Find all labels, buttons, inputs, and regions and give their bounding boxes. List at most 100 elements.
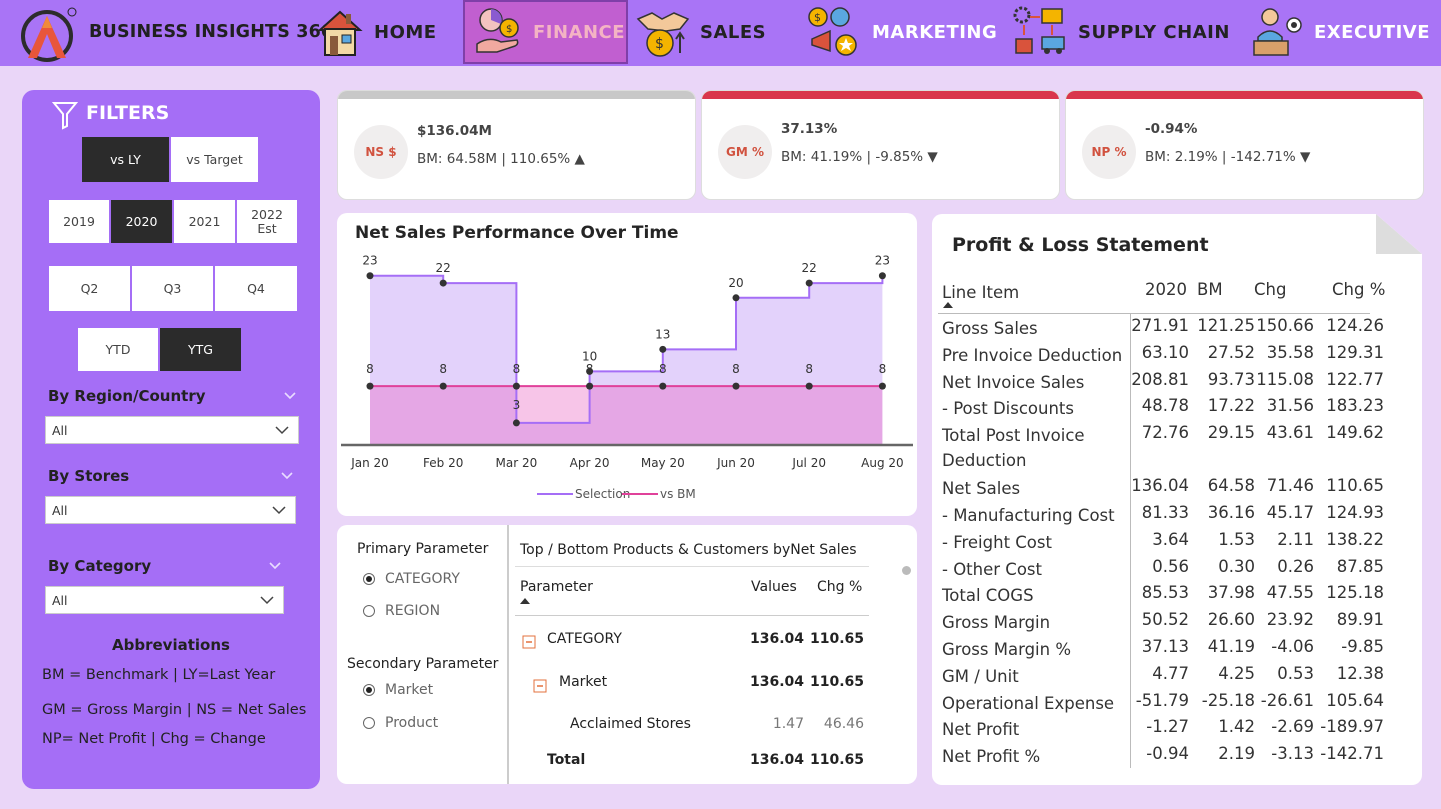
kpi-status-bar	[1066, 91, 1423, 99]
column-header-chg-pct[interactable]: Chg %	[817, 579, 862, 595]
radio-region[interactable]: REGION	[363, 603, 440, 619]
table-total-label: Total	[547, 752, 586, 768]
kpi-card-net-sales: NS $ $136.04M BM: 64.58M | 110.65% ▲	[337, 90, 696, 200]
pnl-cell: -4.06	[1271, 637, 1314, 656]
table-row-chg: 110.65	[809, 631, 864, 647]
benchmark-area	[370, 386, 883, 445]
ytd-button[interactable]: YTD	[78, 328, 158, 371]
filters-title: FILTERS	[86, 102, 170, 124]
chevron-down-icon	[275, 426, 289, 435]
quarter-q3-button[interactable]: Q3	[132, 266, 213, 311]
radio-label: Product	[385, 715, 439, 731]
pnl-line-item: Gross Margin	[942, 613, 1051, 633]
pnl-header-chg[interactable]: Chg	[1254, 280, 1286, 299]
pnl-cell: 150.66	[1256, 316, 1314, 335]
pnl-cell: -3.13	[1271, 744, 1314, 764]
pnl-cell: 129.31	[1326, 342, 1384, 362]
svg-text:$: $	[814, 11, 821, 24]
nav-supply-chain[interactable]: SUPPLY CHAIN	[1012, 0, 1230, 64]
region-filter-label: By Region/Country	[48, 387, 206, 405]
pnl-cell: -189.97	[1320, 717, 1384, 737]
pnl-cell: 115.08	[1256, 369, 1314, 389]
pnl-cell: 23.92	[1266, 610, 1314, 630]
year-2021-button[interactable]: 2021	[174, 200, 235, 243]
nav-home[interactable]: HOME	[316, 0, 437, 64]
pnl-cell: 43.61	[1266, 423, 1314, 443]
pnl-cell: 124.26	[1326, 316, 1384, 335]
nav-home-label: HOME	[374, 21, 437, 43]
chevron-down-icon[interactable]	[283, 391, 297, 401]
pnl-line-item: Gross Margin %	[942, 640, 1072, 659]
pnl-cell: -26.61	[1260, 690, 1314, 710]
year-2020-button[interactable]: 2020	[111, 200, 172, 243]
selection-point	[366, 272, 374, 280]
kpi-subtext: BM: 2.19% | -142.71% ▼	[1145, 149, 1311, 165]
chevron-down-icon[interactable]	[268, 561, 282, 571]
collapse-icon[interactable]	[533, 679, 547, 693]
region-select-value: All	[52, 422, 68, 438]
pnl-title: Profit & Loss Statement	[952, 234, 1209, 256]
quarter-q2-button[interactable]: Q2	[49, 266, 130, 311]
benchmark-point	[512, 382, 520, 390]
pnl-header-bm[interactable]: BM	[1197, 280, 1223, 299]
kpi-value: 37.13%	[781, 121, 838, 137]
scrollbar-thumb[interactable]	[902, 566, 911, 575]
radio-product[interactable]: Product	[363, 715, 438, 731]
column-header-parameter[interactable]: Parameter	[520, 579, 593, 595]
collapse-icon[interactable]	[522, 635, 536, 649]
nav-sales[interactable]: $ SALES	[636, 0, 766, 64]
table-total-value: 136.04	[749, 752, 804, 768]
quarter-q4-button[interactable]: Q4	[215, 266, 297, 311]
category-filter-label: By Category	[48, 557, 152, 575]
pnl-cell: 87.85	[1336, 556, 1384, 576]
pnl-header-line-item[interactable]: Line Item	[942, 280, 1132, 305]
kpi-badge: NP %	[1082, 125, 1136, 179]
sort-up-icon	[520, 598, 530, 604]
nav-marketing[interactable]: $ MARKETING	[806, 0, 997, 64]
pnl-header-2020[interactable]: 2020	[1127, 280, 1187, 299]
nav-finance[interactable]: $ FINANCE	[463, 0, 628, 64]
selection-data-label: 3	[513, 398, 521, 412]
benchmark-point	[732, 382, 740, 390]
selection-data-label: 22	[802, 261, 817, 275]
radio-dot	[363, 684, 375, 696]
radio-category[interactable]: CATEGORY	[363, 571, 460, 587]
ytg-button[interactable]: YTG	[160, 328, 241, 371]
column-header-values[interactable]: Values	[751, 579, 797, 595]
year-2019-button[interactable]: 2019	[49, 200, 109, 243]
vs-ly-button[interactable]: vs LY	[82, 137, 169, 182]
supply-chain-icon	[1013, 6, 1065, 54]
nav-executive[interactable]: EXECUTIVE	[1248, 0, 1430, 64]
chevron-down-icon[interactable]	[280, 471, 294, 481]
top-bottom-title: Top / Bottom Products & Customers byNet …	[520, 542, 857, 558]
table-row-value: 136.04	[749, 631, 804, 647]
kpi-value: $136.04M	[417, 123, 492, 139]
secondary-parameter-title: Secondary Parameter	[347, 656, 499, 672]
year-2022-est-button[interactable]: 2022 Est	[237, 200, 297, 243]
radio-dot	[363, 605, 375, 617]
radio-market[interactable]: Market	[363, 682, 433, 698]
selection-data-label: 23	[875, 254, 890, 268]
stores-select[interactable]: All	[45, 496, 296, 524]
benchmark-data-label: 8	[439, 362, 447, 376]
svg-text:$: $	[655, 36, 664, 52]
x-tick-label: Aug 20	[861, 456, 904, 470]
benchmark-data-label: 8	[732, 362, 740, 376]
pnl-line-item: Gross Sales	[942, 319, 1038, 338]
kpi-status-bar	[338, 91, 695, 99]
marketing-icon: $	[808, 7, 857, 56]
finance-icon: $	[476, 8, 519, 53]
pnl-header-chg-pct[interactable]: Chg %	[1332, 280, 1385, 299]
executive-icon	[1253, 8, 1302, 56]
pnl-cell: 35.58	[1266, 342, 1314, 362]
category-select[interactable]: All	[45, 586, 284, 614]
pnl-cell: 110.65	[1326, 476, 1384, 496]
x-tick-label: Mar 20	[496, 456, 538, 470]
kpi-card-gross-margin: GM % 37.13% BM: 41.19% | -9.85% ▼	[701, 90, 1060, 200]
table-row-value: 136.04	[749, 674, 804, 690]
x-tick-label: Apr 20	[570, 456, 610, 470]
top-nav: BUSINESS INSIGHTS 360 HOME $ FINANCE $ S…	[0, 0, 1441, 66]
home-icon	[317, 10, 363, 56]
region-select[interactable]: All	[45, 416, 299, 444]
vs-target-button[interactable]: vs Target	[171, 137, 258, 182]
